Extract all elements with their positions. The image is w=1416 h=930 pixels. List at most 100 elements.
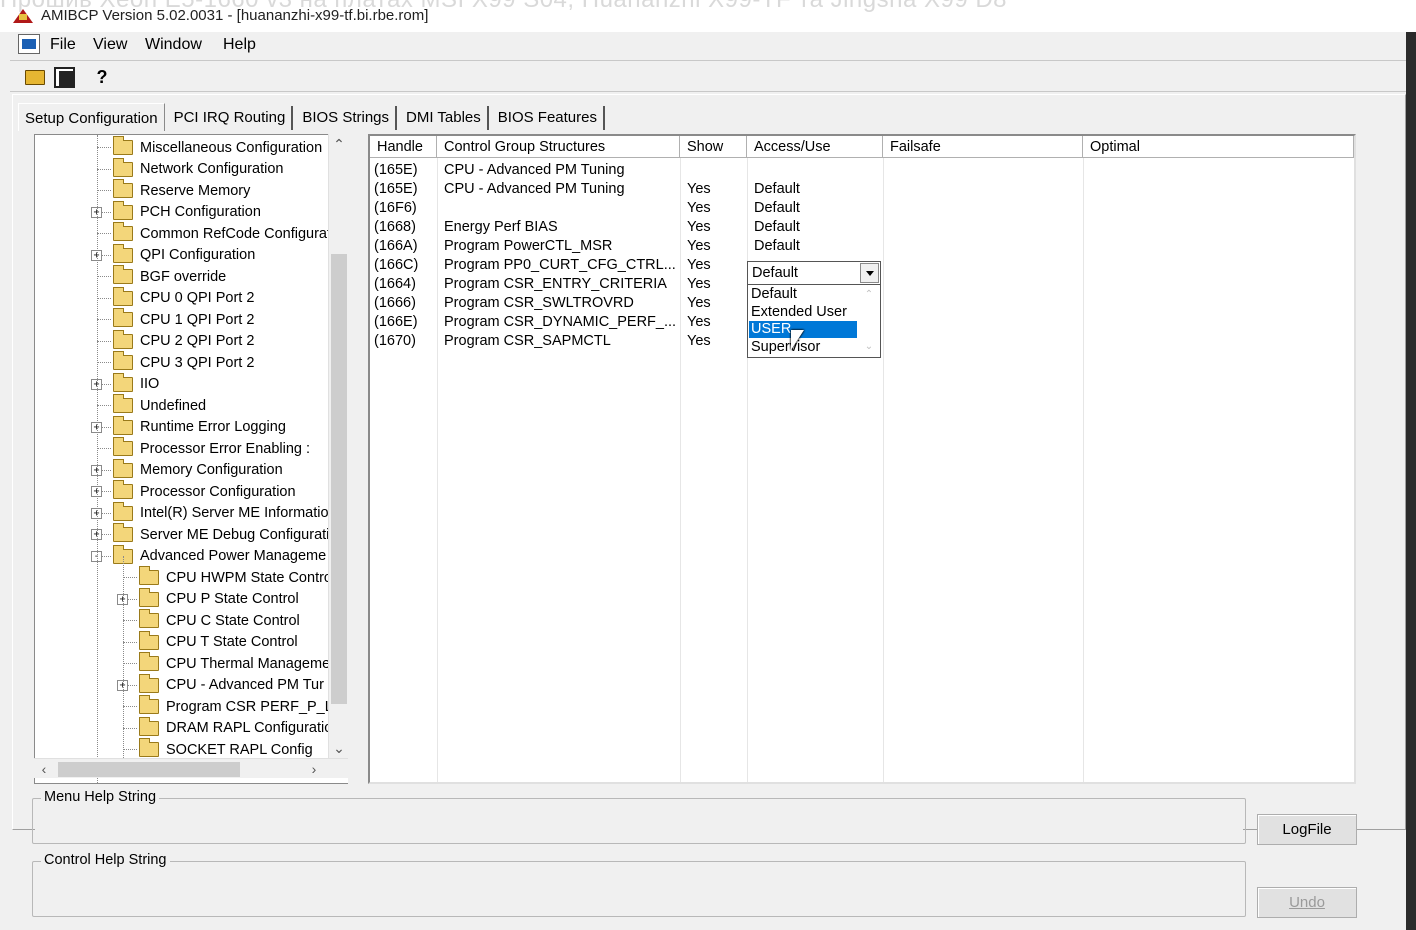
cell-show[interactable]: Yes [687, 256, 711, 275]
cell-show[interactable]: Yes [687, 332, 711, 351]
tree-item-label: IIO [140, 376, 160, 392]
menu-view[interactable]: View [91, 36, 129, 54]
tree-item[interactable]: Miscellaneous Configuration [113, 136, 322, 158]
undo-button[interactable]: Undo [1257, 887, 1357, 918]
dropdown-option[interactable]: Extended User [749, 304, 857, 321]
scroll-up-icon[interactable]: ⌃ [329, 134, 349, 154]
tree-item[interactable]: CPU - Advanced PM Tur [139, 673, 324, 696]
cell-structure: Program CSR_SAPMCTL [444, 333, 611, 349]
save-icon[interactable] [51, 64, 77, 90]
scroll-right-icon[interactable]: › [304, 759, 324, 779]
dropdown-scrollbar[interactable]: ⌃ ⌄ [858, 285, 880, 357]
cell-show[interactable]: Yes [687, 294, 711, 313]
dropdown-option[interactable]: Default [749, 286, 857, 303]
chevron-down-icon[interactable] [860, 263, 879, 283]
folder-icon [113, 329, 133, 349]
tab-bios-features[interactable]: BIOS Features [492, 106, 605, 130]
toolbar: ? [10, 60, 1406, 92]
table-row[interactable]: (16F6) Yes Default [370, 199, 1354, 218]
access-use-dropdown-list[interactable]: Default Extended User USER Supervisor ⌃ ⌄ [747, 284, 881, 358]
tree-item[interactable]: IIO [113, 372, 160, 395]
tree-item[interactable]: Server ME Debug Configurati [113, 523, 329, 545]
scroll-down-icon[interactable]: ⌄ [858, 337, 880, 357]
tree-item[interactable]: CPU Thermal Manageme [139, 652, 330, 674]
cell-access[interactable]: Default [754, 218, 800, 237]
tree-item[interactable]: QPI Configuration [113, 243, 255, 266]
tree-item[interactable]: CPU P State Control [139, 587, 299, 610]
cell-show[interactable]: Yes [687, 313, 711, 332]
open-folder-icon[interactable] [22, 64, 48, 90]
cell-show[interactable]: Yes [687, 218, 711, 237]
column-header-handle[interactable]: Handle [370, 136, 437, 158]
cell-structure: Program CSR_DYNAMIC_PERF_... [444, 314, 677, 330]
table-row[interactable]: (1668) Energy Perf BIAS Yes Default [370, 218, 1354, 237]
window-title: AMIBCP Version 5.02.0031 - [huananzhi-x9… [41, 7, 429, 24]
system-menu-icon[interactable] [18, 34, 40, 54]
tree-item[interactable]: DRAM RAPL Configuratic [139, 716, 331, 739]
tree-vscroll-thumb[interactable] [331, 254, 347, 704]
scroll-left-icon[interactable]: ‹ [34, 759, 54, 779]
tree-item[interactable]: Processor Configuration [113, 480, 296, 502]
tree-item[interactable]: CPU HWPM State Contrc [139, 566, 331, 588]
tree-item[interactable]: Undefined [113, 394, 206, 416]
tree-item[interactable]: Memory Configuration [113, 458, 283, 481]
tree-item[interactable]: Advanced Power Manageme [113, 544, 326, 567]
tree-vertical-scrollbar[interactable]: ⌃ ⌄ [328, 134, 348, 758]
setup-tree[interactable]: Miscellaneous Configuration Network Confi… [34, 134, 348, 784]
folder-icon [139, 587, 159, 607]
tree-item[interactable]: Reserve Memory [113, 179, 250, 201]
table-row[interactable]: (166A) Program PowerCTL_MSR Yes Default [370, 237, 1354, 256]
tree-item[interactable]: PCH Configuration [113, 200, 261, 223]
tree-item[interactable]: Runtime Error Logging [113, 415, 286, 438]
tree-item[interactable]: BGF override [113, 265, 226, 287]
tree-item[interactable]: Intel(R) Server ME Informatior [113, 501, 333, 524]
tree-item-label: Common RefCode Configurati [140, 225, 335, 242]
tab-pci-irq-routing[interactable]: PCI IRQ Routing [168, 106, 294, 130]
menu-help[interactable]: Help [221, 36, 258, 54]
cell-access[interactable]: Default [754, 180, 800, 199]
cell-show[interactable]: Yes [687, 199, 711, 218]
tree-horizontal-scrollbar[interactable]: ‹ › [34, 758, 348, 778]
tree-item[interactable]: Processor Error Enabling : [113, 437, 310, 459]
tab-bios-strings[interactable]: BIOS Strings [296, 106, 398, 130]
scroll-down-icon[interactable]: ⌄ [329, 738, 349, 758]
cell-show[interactable]: Yes [687, 275, 711, 294]
column-header-structures[interactable]: Control Group Structures [437, 136, 680, 158]
tree-item-label: CPU - Advanced PM Tur [166, 677, 324, 693]
tree-item-label: PCH Configuration [140, 204, 261, 220]
cell-access[interactable]: Default [754, 199, 800, 218]
tree-item[interactable]: Network Configuration [113, 157, 283, 180]
cell-show[interactable]: Yes [687, 237, 711, 256]
tree-item[interactable]: CPU 0 QPI Port 2 [113, 286, 254, 309]
table-row[interactable]: (165E) CPU - Advanced PM Tuning Yes Default [370, 180, 1354, 199]
tab-dmi-tables[interactable]: DMI Tables [400, 106, 489, 130]
control-grid[interactable]: Handle Control Group Structures Show Acc… [368, 134, 1356, 784]
menu-file[interactable]: File [48, 36, 78, 54]
menu-window[interactable]: Window [143, 36, 204, 54]
tree-item[interactable]: SOCKET RAPL Config [139, 738, 313, 760]
folder-icon [113, 222, 133, 241]
cell-show[interactable]: Yes [687, 180, 711, 199]
access-use-dropdown[interactable]: Default [747, 261, 881, 285]
tab-setup-configuration[interactable]: Setup Configuration [18, 103, 165, 131]
scroll-up-icon[interactable]: ⌃ [858, 285, 880, 305]
tree-item[interactable]: CPU 3 QPI Port 2 [113, 351, 254, 373]
column-header-access[interactable]: Access/Use [747, 136, 883, 158]
column-header-failsafe[interactable]: Failsafe [883, 136, 1083, 158]
tree-item[interactable]: CPU 2 QPI Port 2 [113, 329, 254, 352]
help-icon[interactable]: ? [89, 64, 115, 90]
tree-item[interactable]: CPU 1 QPI Port 2 [113, 308, 254, 330]
column-header-show[interactable]: Show [680, 136, 747, 158]
tree-item[interactable]: CPU T State Control [139, 630, 298, 653]
logfile-button[interactable]: LogFile [1257, 814, 1357, 845]
cell-structure: Program PowerCTL_MSR [444, 238, 613, 254]
folder-icon [113, 286, 133, 306]
tree-item[interactable]: Program CSR PERF_P_L [139, 695, 333, 717]
cell-access[interactable]: Default [754, 237, 800, 256]
tree-hscroll-thumb[interactable] [58, 762, 240, 777]
tree-item[interactable]: CPU C State Control [139, 609, 300, 631]
tree-connector [123, 749, 137, 750]
column-header-optimal[interactable]: Optimal [1083, 136, 1354, 158]
table-row[interactable]: (165E) CPU - Advanced PM Tuning [370, 161, 1354, 180]
tree-item[interactable]: Common RefCode Configurati [113, 222, 335, 244]
